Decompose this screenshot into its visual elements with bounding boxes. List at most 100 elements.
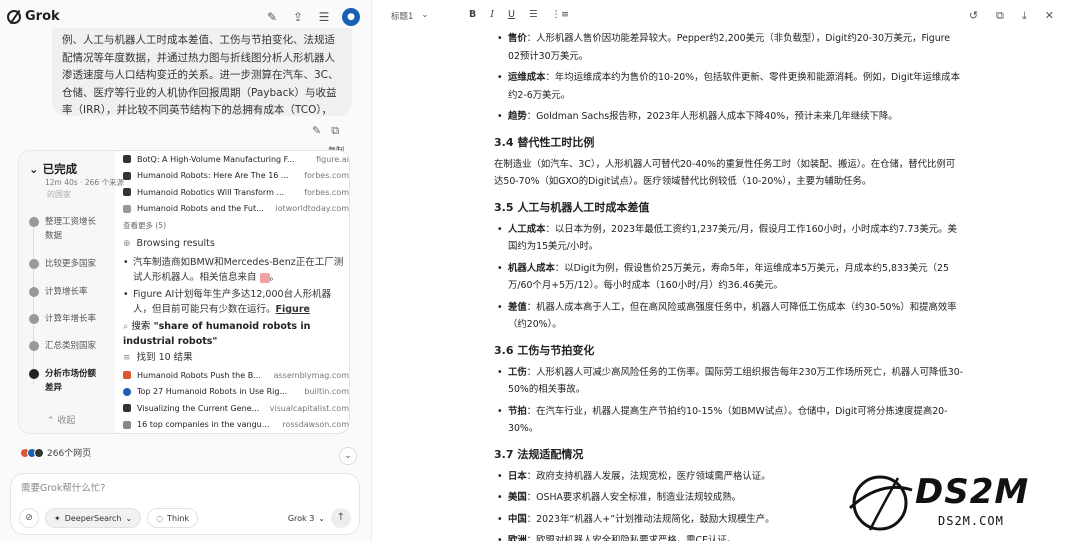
edit-icon[interactable]: ✎ <box>264 9 280 25</box>
close-icon[interactable]: ✕ <box>1045 9 1054 23</box>
browsing-header: ⊕ Browsing results <box>123 235 349 253</box>
download-icon[interactable]: ⤓ <box>1022 9 1027 23</box>
model-selector[interactable]: Grok 3 ⌄ <box>288 514 325 523</box>
step-dot-icon <box>29 287 39 297</box>
list-item-term: 机器人成本 <box>508 262 555 274</box>
list-item-text: ：欧盟对机器人安全和隐私要求严格，需CE认证。 <box>526 535 737 541</box>
list-item-text: ：机器人成本高于人工，但在高风险或高强度任务中，机器人可降低工伤成本（约30-5… <box>508 301 957 331</box>
status-subtitle: 12m 40s · 266 个来源 <box>45 178 125 187</box>
list-item-text: ：在汽车行业，机器人提高生产节拍约10-15%（如BMW试点）。仓储中，Digi… <box>508 405 948 435</box>
list-item-term: 趋势 <box>508 111 527 122</box>
message-actions: ✎ ⧉ <box>312 124 339 138</box>
step-item: 汇总类别国家 <box>29 339 96 353</box>
list-item-text: ：以日本为例，2023年最低工资约1,237美元/月，假设月工作160小时，小时… <box>508 223 957 253</box>
grok-logo-icon <box>7 9 21 24</box>
bold-button[interactable]: B <box>469 9 476 20</box>
steps-panel: ⌄ 已完成 12m 40s · 266 个来源 的国家 整理工资增长数据 比较更… <box>19 151 124 433</box>
user-message: 例、人工与机器人工时成本差值、工伤与节拍变化、法规适配情况等年度数据，并通过热力… <box>52 28 352 116</box>
watermark-url: DS2M.COM <box>938 514 1004 528</box>
activity-stream: BotQ: A High-Volume Manufacturing F... fi… <box>123 151 349 434</box>
favicon-icon <box>123 420 131 429</box>
chevron-down-icon: ⌄ <box>125 513 133 523</box>
italic-button[interactable]: I <box>490 9 494 20</box>
step-dot-icon <box>29 314 39 324</box>
favicon-icon <box>123 188 131 197</box>
source-item[interactable]: BotQ: A High-Volume Manufacturing F... fi… <box>123 151 349 168</box>
favicon-icon <box>123 204 131 213</box>
editor-toolbar: 标题1 ⌄ B I U ☰ ⋮≡ ↺ ⧉ ⤓ ✕ <box>373 0 1080 32</box>
step-check-icon <box>29 369 39 379</box>
editor-actions: ↺ ⧉ ⤓ ✕ <box>969 9 1054 23</box>
step-dot-icon <box>29 217 39 227</box>
editor-panel: 标题1⌄ B I U ☰ ⋮≡ ↺ ⧉ ⤓ ✕ 售价：人形机器人售价因功能差异较… <box>373 0 1080 541</box>
step-dot-icon <box>29 341 39 351</box>
favicon-icon <box>123 171 131 180</box>
source-item[interactable]: Humanoid Robotics Will Transform ... forb… <box>123 184 349 201</box>
list-item: 工伤：人形机器人可减少高风险任务的工伤率。国际劳工组织报告每年230万工作场所死… <box>494 364 964 399</box>
history-icon[interactable]: ☰ <box>316 9 332 25</box>
favicon-icon <box>123 155 131 164</box>
deepersearch-icon: ✦ <box>54 513 61 523</box>
see-more-link[interactable]: 查看更多 (5) <box>123 217 349 235</box>
step-item: 整理工资增长数据 <box>29 215 103 243</box>
list-item: 趋势：Goldman Sachs报告称，2023年人形机器人成本下降40%，预计… <box>494 108 964 126</box>
list-item-term: 日本 <box>508 470 527 482</box>
heading-select[interactable]: 标题1 ⌄ <box>391 10 429 22</box>
source-item[interactable]: 16 top companies in the vangu... rossdaws… <box>123 417 349 434</box>
source-item[interactable]: Visualizing the Current Gene... visualcap… <box>123 400 349 417</box>
list-item-text: ：政府支持机器人发展，法规宽松，医疗领域需严格认证。 <box>526 470 771 482</box>
favicon-icon <box>123 387 131 396</box>
deepersearch-button[interactable]: ✦ DeeperSearch ⌄ <box>45 508 142 528</box>
grok-logo[interactable]: Grok <box>7 9 60 24</box>
list-item-text: ：年均运维成本约为售价的10-20%，包括软件更新、零件更换和能源消耗。例如，D… <box>508 72 960 101</box>
list-item-term: 美国 <box>508 492 527 503</box>
faded-step-label: 的国家 <box>47 190 71 199</box>
source-item[interactable]: Humanoid Robots: Here Are The 16 ... forb… <box>123 168 349 185</box>
document-body[interactable]: 售价：人形机器人售价因功能差异较大。Pepper约2,200美元（非负载型），D… <box>494 30 964 541</box>
list-item-term: 运维成本 <box>508 72 546 83</box>
history-icon[interactable]: ↺ <box>969 9 978 23</box>
underline-button[interactable]: U <box>508 9 515 20</box>
bullet-list-icon[interactable]: ☰ <box>529 9 538 20</box>
paragraph: 在制造业（如汽车、3C），人形机器人可替代20-40%的重复性任务工时（如装配、… <box>494 158 956 188</box>
chat-input[interactable] <box>21 483 321 494</box>
edit-message-icon[interactable]: ✎ <box>312 124 321 138</box>
results-header: ≡ 找到 10 结果 <box>123 349 349 367</box>
numbered-list-icon[interactable]: ⋮≡ <box>552 9 569 20</box>
topbar-actions: ✎ ⇪ ☰ ● <box>264 8 360 26</box>
think-button[interactable]: ◌ Think <box>147 508 199 528</box>
browsing-bullet: Figure AI计划每年生产多达12,000台人形机器人，但目前可能只有少数在… <box>123 287 349 317</box>
chevron-down-icon: ⌄ <box>421 10 429 20</box>
chevron-down-icon: ⌄ <box>29 162 39 176</box>
list-item-term: 工伤 <box>508 366 527 378</box>
source-badge-icon[interactable] <box>259 272 270 283</box>
avatar[interactable]: ● <box>342 8 360 26</box>
step-item-active: 分析市场份额差异 <box>29 367 103 395</box>
list-item: 差值：机器人成本高于人工，但在高风险或高强度任务中，机器人可降低工伤成本（约30… <box>494 299 964 334</box>
copy-icon[interactable]: ⧉ <box>331 124 339 138</box>
step-dot-icon <box>29 259 39 269</box>
section-heading: 3.5 人工与机器人工时成本差值 <box>494 200 650 214</box>
figure-link[interactable]: Figure <box>276 304 310 315</box>
attach-icon[interactable]: ⊘ <box>19 508 39 528</box>
status-title[interactable]: ⌄ 已完成 <box>29 161 77 177</box>
source-item[interactable]: Humanoid Robots and the Fut... iotworldto… <box>123 201 349 218</box>
source-item[interactable]: Top 27 Humanoid Robots in Use Rig... buil… <box>123 384 349 401</box>
list-item-text: ：人形机器人售价因功能差异较大。Pepper约2,200美元（非负载型），Dig… <box>508 33 951 62</box>
copy-icon[interactable]: ⧉ <box>996 9 1004 23</box>
step-item: 计算增长率 <box>29 285 88 299</box>
chevron-down-icon: ⌄ <box>318 513 325 523</box>
list-item: 机器人成本：以Digit为例，假设售价25万美元，寿命5年，年运维成本5万美元，… <box>494 260 964 295</box>
source-avatars-icon <box>20 447 44 458</box>
format-buttons: B I U ☰ ⋮≡ <box>469 9 569 20</box>
collapse-button[interactable]: ⌃ 收起 <box>47 413 75 426</box>
scroll-down-button[interactable]: ⌄ <box>339 447 357 465</box>
sources-count[interactable]: 266个网页 <box>20 446 91 459</box>
source-item[interactable]: Humanoid Robots Push the B... assemblymag… <box>123 367 349 384</box>
step-item: 计算年增长率 <box>29 312 96 326</box>
send-button[interactable]: ↑ <box>331 508 351 528</box>
list-icon: ≡ <box>123 353 131 363</box>
list-item-term: 差值 <box>508 301 527 313</box>
share-icon[interactable]: ⇪ <box>290 9 306 25</box>
step-item: 比较更多国家 <box>29 257 96 271</box>
